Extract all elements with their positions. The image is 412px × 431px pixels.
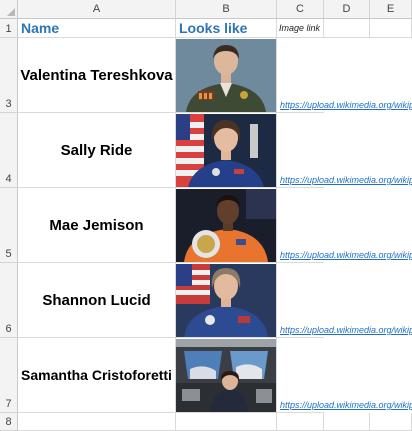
name-cell[interactable]: Shannon Lucid <box>18 263 176 338</box>
column-header-b[interactable]: B <box>176 0 277 19</box>
row-number: 3 <box>5 98 12 110</box>
image-link[interactable]: https://upload.wikimedia.org/wikipe <box>280 175 412 185</box>
row-number: 5 <box>5 248 12 260</box>
astronaut-photo[interactable] <box>176 264 276 337</box>
row-header-6[interactable]: 6 <box>0 263 18 338</box>
astronaut-photo[interactable] <box>176 39 276 112</box>
row-number: 7 <box>5 398 12 410</box>
row-header-1[interactable]: 1 <box>0 19 18 38</box>
name-cell[interactable]: Sally Ride <box>18 113 176 188</box>
row-header-8[interactable]: 8 <box>0 413 18 431</box>
link-cell[interactable]: https://upload.wikimedia.org/wikipe <box>277 263 412 338</box>
select-all-corner[interactable] <box>0 0 18 19</box>
empty-cell[interactable] <box>324 413 370 431</box>
row-header-7[interactable]: 7 <box>0 338 18 413</box>
row-number: 8 <box>5 416 12 428</box>
row-header-3[interactable]: 3 <box>0 38 18 113</box>
link-cell[interactable]: https://upload.wikimedia.org/wikipe <box>277 338 412 413</box>
image-link[interactable]: https://upload.wikimedia.org/wikipe <box>280 100 412 110</box>
header-cell-looks-like[interactable]: Looks like <box>176 19 277 38</box>
column-header-a[interactable]: A <box>18 0 176 19</box>
column-header-e[interactable]: E <box>370 0 412 19</box>
astronaut-photo[interactable] <box>176 339 276 412</box>
link-cell[interactable]: https://upload.wikimedia.org/wikipe <box>277 113 412 188</box>
astronaut-photo[interactable] <box>176 114 276 187</box>
empty-cell[interactable] <box>324 19 370 38</box>
empty-cell[interactable] <box>370 413 412 431</box>
link-cell[interactable]: https://upload.wikimedia.org/wikipe <box>277 38 412 113</box>
image-link[interactable]: https://upload.wikimedia.org/wikipe <box>280 400 412 410</box>
header-cell-image-link[interactable]: Image link <box>277 19 324 38</box>
empty-cell[interactable] <box>18 413 176 431</box>
column-header-d[interactable]: D <box>324 0 370 19</box>
column-header-c[interactable]: C <box>277 0 324 19</box>
row-number: 6 <box>5 323 12 335</box>
row-header-4[interactable]: 4 <box>0 113 18 188</box>
name-cell[interactable]: Valentina Tereshkova <box>18 38 176 113</box>
image-link[interactable]: https://upload.wikimedia.org/wikipe <box>280 250 412 260</box>
astronaut-photo[interactable] <box>176 189 276 262</box>
empty-cell[interactable] <box>370 19 412 38</box>
row-number: 4 <box>5 173 12 185</box>
image-link[interactable]: https://upload.wikimedia.org/wikipe <box>280 325 412 335</box>
name-cell[interactable]: Samantha Cristoforetti <box>18 338 176 413</box>
empty-cell[interactable] <box>277 413 324 431</box>
empty-cell[interactable] <box>176 413 277 431</box>
row-number: 1 <box>5 23 12 35</box>
spreadsheet-grid: A B C D E 1 3 4 5 6 7 8 Name Looks like … <box>0 0 412 431</box>
row-header-5[interactable]: 5 <box>0 188 18 263</box>
select-all-triangle-icon <box>7 8 15 16</box>
header-cell-name[interactable]: Name <box>18 19 176 38</box>
link-cell[interactable]: https://upload.wikimedia.org/wikipe <box>277 188 412 263</box>
name-cell[interactable]: Mae Jemison <box>18 188 176 263</box>
